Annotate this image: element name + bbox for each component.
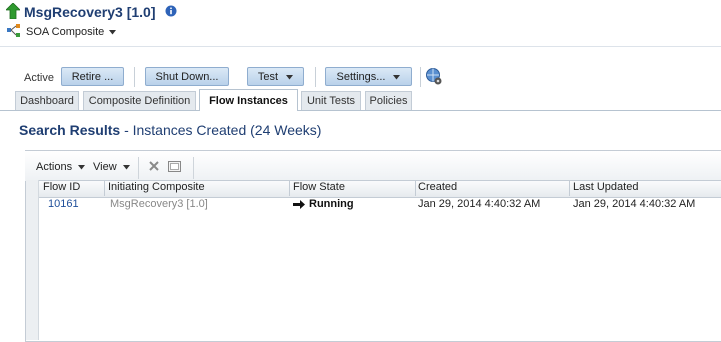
column-divider xyxy=(415,180,416,196)
heading-bold: Search Results xyxy=(19,122,121,138)
test-menu-button[interactable]: Test xyxy=(247,67,304,86)
tab-policies[interactable]: Policies xyxy=(365,91,412,110)
settings-button-label: Settings... xyxy=(336,70,386,83)
toolbar-separator xyxy=(315,67,316,87)
tab-label: Dashboard xyxy=(20,95,74,107)
chevron-down-icon xyxy=(393,71,401,83)
page-header: MsgRecovery3 [1.0] xyxy=(5,1,177,22)
tab-flow-instances[interactable]: Flow Instances xyxy=(199,89,298,111)
shutdown-button[interactable]: Shut Down... xyxy=(145,67,229,86)
view-menu[interactable]: View xyxy=(93,161,130,173)
column-divider xyxy=(569,180,570,196)
chevron-down-icon xyxy=(109,26,117,38)
info-icon[interactable] xyxy=(165,5,177,20)
column-divider xyxy=(104,180,105,196)
grid-toolbar-separator xyxy=(193,157,194,179)
test-button-label: Test xyxy=(257,70,279,83)
chevron-down-icon xyxy=(78,165,86,170)
tab-composite-definition[interactable]: Composite Definition xyxy=(83,91,196,110)
retire-button-label: Retire ... xyxy=(71,70,114,83)
column-header-flow-state[interactable]: Flow State xyxy=(293,181,345,193)
column-header-initiating-composite[interactable]: Initiating Composite xyxy=(108,181,205,193)
shutdown-button-label: Shut Down... xyxy=(155,70,219,83)
green-up-arrow-icon xyxy=(5,1,21,22)
column-header-created[interactable]: Created xyxy=(418,181,457,193)
view-label: View xyxy=(93,161,117,173)
flow-id-link[interactable]: 10161 xyxy=(48,198,79,210)
tab-label: Unit Tests xyxy=(306,95,356,107)
flow-state-cell: Running xyxy=(293,198,354,210)
actions-label: Actions xyxy=(36,161,73,173)
header-divider xyxy=(0,46,721,47)
row-selector-gutter xyxy=(26,180,39,340)
column-header-last-updated[interactable]: Last Updated xyxy=(573,181,638,193)
tab-label: Composite Definition xyxy=(88,95,191,107)
right-arrow-icon xyxy=(293,199,305,209)
grid-toolbar-separator xyxy=(138,157,139,179)
composite-menu[interactable]: SOA Composite xyxy=(7,23,117,41)
created-cell: Jan 29, 2014 4:40:32 AM xyxy=(418,198,541,210)
composite-state-label: Active xyxy=(24,72,54,84)
column-header-flow-id[interactable]: Flow ID xyxy=(43,181,80,193)
page-title: MsgRecovery3 [1.0] xyxy=(24,4,156,20)
heading-rest: - Instances Created (24 Weeks) xyxy=(124,122,322,138)
close-x-icon[interactable] xyxy=(149,161,159,174)
flow-state-text: Running xyxy=(309,198,354,210)
soa-composite-icon xyxy=(7,23,21,41)
toolbar-separator xyxy=(134,67,135,87)
composite-type-label: SOA Composite xyxy=(26,26,105,38)
freeze-panel-icon[interactable] xyxy=(168,161,181,175)
settings-menu-button[interactable]: Settings... xyxy=(325,67,412,86)
search-results-heading: Search Results - Instances Created (24 W… xyxy=(19,122,321,138)
chevron-down-icon xyxy=(286,71,294,83)
toolbar-separator xyxy=(420,67,421,87)
chevron-down-icon xyxy=(122,165,130,170)
tab-label: Policies xyxy=(369,95,408,107)
retire-button[interactable]: Retire ... xyxy=(61,67,124,86)
initiating-composite-link[interactable]: MsgRecovery3 [1.0] xyxy=(110,198,208,210)
last-updated-cell: Jan 29, 2014 4:40:32 AM xyxy=(573,198,696,210)
tab-label: Flow Instances xyxy=(209,94,288,107)
tab-dashboard[interactable]: Dashboard xyxy=(15,91,79,110)
tab-unit-tests[interactable]: Unit Tests xyxy=(301,91,361,110)
globe-gear-icon[interactable] xyxy=(425,67,443,87)
tab-bar-divider xyxy=(0,110,721,111)
column-divider xyxy=(289,180,290,196)
actions-menu[interactable]: Actions xyxy=(36,161,86,173)
